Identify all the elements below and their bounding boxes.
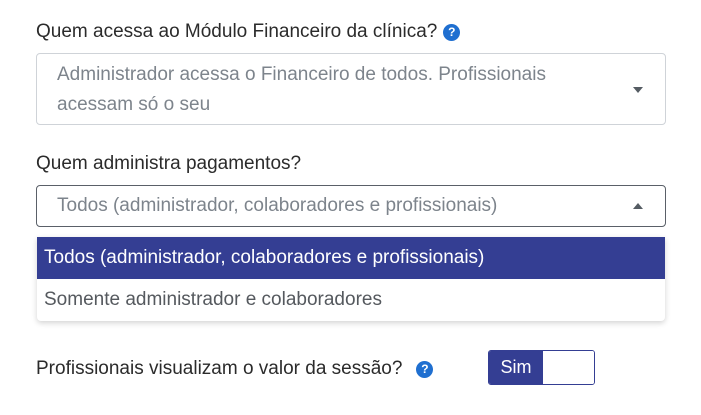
payments-admin-label-text: Quem administra pagamentos?	[36, 153, 302, 174]
dropdown-option-somente-admin[interactable]: Somente administrador e colaboradores	[37, 279, 665, 321]
session-value-label-text: Profissionais visualizam o valor da sess…	[36, 358, 403, 379]
help-icon[interactable]: ?	[443, 23, 461, 41]
toggle-sim-label: Sim	[489, 351, 543, 384]
chevron-down-icon	[633, 87, 643, 93]
payments-admin-dropdown-list: Todos (administrador, colaboradores e pr…	[37, 237, 665, 321]
payments-admin-select[interactable]: Todos (administrador, colaboradores e pr…	[36, 185, 666, 227]
settings-form: Quem acessa ao Módulo Financeiro da clín…	[0, 0, 701, 415]
dropdown-option-todos[interactable]: Todos (administrador, colaboradores e pr…	[37, 237, 665, 279]
toggle-off-area	[543, 351, 594, 384]
session-value-label: Profissionais visualizam o valor da sess…	[36, 358, 434, 380]
finance-access-label: Quem acessa ao Módulo Financeiro da clín…	[36, 21, 461, 43]
finance-access-select[interactable]: Administrador acessa o Financeiro de tod…	[36, 53, 666, 125]
session-value-toggle[interactable]: Sim	[488, 350, 595, 385]
payments-admin-label: Quem administra pagamentos?	[36, 153, 301, 175]
finance-access-label-text: Quem acessa ao Módulo Financeiro da clín…	[36, 21, 438, 42]
help-icon[interactable]: ?	[416, 360, 434, 378]
finance-access-selected-value: Administrador acessa o Financeiro de tod…	[57, 64, 546, 115]
payments-admin-selected-value: Todos (administrador, colaboradores e pr…	[57, 195, 498, 216]
chevron-up-icon	[633, 203, 643, 209]
